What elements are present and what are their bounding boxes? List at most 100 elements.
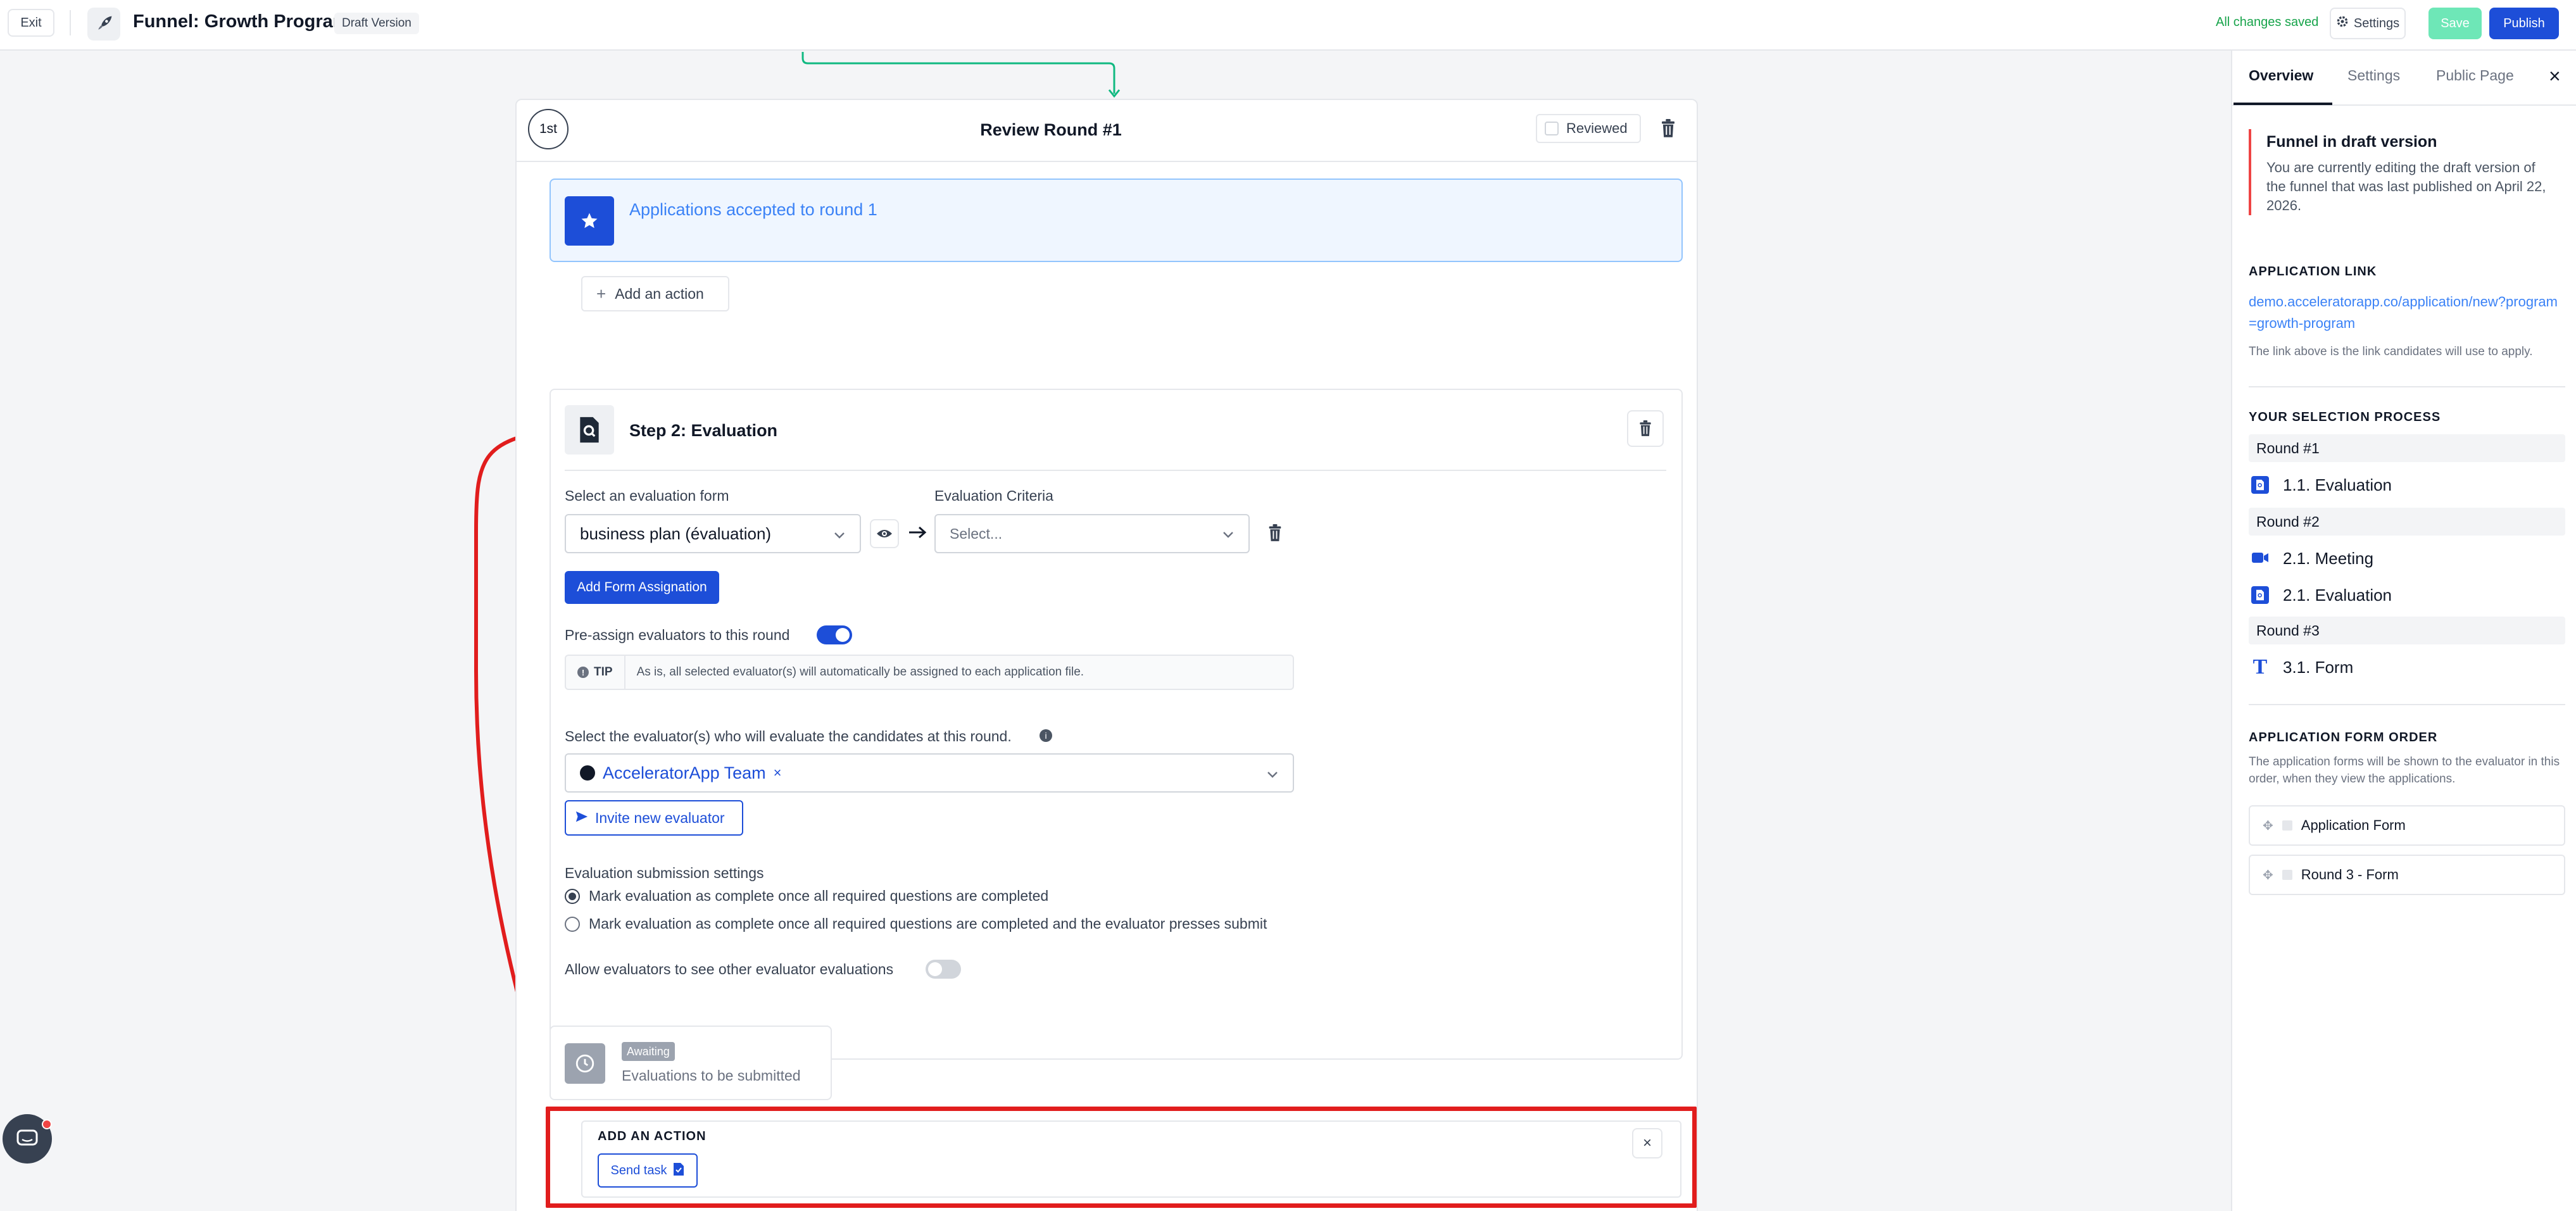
draft-notice-bar (2249, 129, 2251, 215)
round-item-label: 2.1. Meeting (2283, 548, 2374, 568)
document-search-icon (565, 405, 614, 455)
applications-accepted-block[interactable] (550, 179, 1683, 262)
form-order-label: Round 3 - Form (2301, 867, 2399, 882)
clock-icon (565, 1043, 605, 1084)
submission-settings-label: Evaluation submission settings (565, 865, 764, 881)
document-search-icon (2251, 586, 2269, 604)
radio-button[interactable] (565, 888, 580, 904)
evaluators-select[interactable]: AcceleratorApp Team × (565, 753, 1294, 793)
application-link[interactable]: demo.acceleratorapp.co/application/new?p… (2249, 291, 2559, 334)
invite-label: Invite new evaluator (595, 809, 725, 826)
delete-step-trash-icon[interactable] (1627, 410, 1664, 447)
evaluation-criteria-select[interactable]: Select... (934, 514, 1250, 553)
form-order-label: Application Form (2301, 817, 2406, 833)
tab-overview[interactable]: Overview (2249, 67, 2313, 84)
preassign-toggle[interactable] (817, 625, 852, 644)
notification-dot (42, 1119, 52, 1129)
step-title: Step 2: Evaluation (629, 421, 778, 440)
draft-version-badge: Draft Version (334, 13, 419, 34)
send-arrow-icon (575, 810, 589, 827)
top-bar: Exit Funnel: Growth Program Draft Versio… (0, 0, 2576, 51)
tip-text: As is, all selected evaluator(s) will au… (636, 665, 1084, 679)
add-action-title: ADD AN ACTION (598, 1129, 707, 1143)
rocket-icon (87, 8, 120, 41)
team-avatar (580, 765, 595, 781)
form-order-heading: APPLICATION FORM ORDER (2249, 731, 2438, 744)
selection-process-heading: YOUR SELECTION PROCESS (2249, 410, 2441, 424)
publish-button[interactable]: Publish (2489, 8, 2559, 39)
add-action-panel (581, 1120, 1681, 1198)
panel-divider (2249, 704, 2565, 705)
evaluators-label: Select the evaluator(s) who will evaluat… (565, 728, 1012, 744)
chevron-down-icon (1222, 525, 1235, 543)
round-title: Review Round #1 (980, 120, 1122, 139)
round-item-label: 3.1. Form (2283, 657, 2354, 677)
invite-evaluator-button[interactable]: Invite new evaluator (565, 800, 743, 836)
allow-see-label: Allow evaluators to see other evaluator … (565, 961, 894, 977)
preassign-label: Pre-assign evaluators to this round (565, 627, 790, 643)
round-3-form-item[interactable]: T 3.1. Form (2251, 653, 2354, 681)
radio-button[interactable] (565, 916, 580, 932)
tip-tag: ! TIP (566, 656, 625, 689)
allow-see-toggle[interactable] (926, 960, 961, 979)
round-2-evaluation-item[interactable]: 2.1. Evaluation (2251, 581, 2392, 609)
form-icon (2282, 870, 2292, 880)
reviewed-checkbox[interactable]: Reviewed (1536, 114, 1641, 143)
text-t-icon: T (2252, 655, 2268, 679)
delete-assignation-trash-icon[interactable] (1267, 524, 1283, 545)
close-panel-icon[interactable]: × (2549, 65, 2561, 88)
close-icon[interactable]: × (1632, 1128, 1662, 1158)
tab-public-page[interactable]: Public Page (2436, 67, 2514, 84)
tip-tag-label: TIP (594, 665, 613, 679)
header-divider (70, 10, 71, 35)
plus-icon: + (596, 284, 606, 303)
drag-handle-icon[interactable]: ✥ (2263, 867, 2273, 883)
settings-button[interactable]: Settings (2330, 8, 2406, 39)
draft-notice-text: You are currently editing the draft vers… (2266, 160, 2546, 213)
radio-option-required-submit[interactable]: Mark evaluation as complete once all req… (565, 915, 1267, 932)
settings-label: Settings (2353, 16, 2400, 30)
chevron-down-icon (1266, 763, 1279, 783)
application-link-note: The link above is the link candidates wi… (2249, 345, 2533, 358)
send-task-button[interactable]: Send task (598, 1153, 698, 1188)
evaluator-chip-label: AcceleratorApp Team (603, 763, 766, 782)
delete-round-trash-icon[interactable] (1657, 118, 1679, 139)
drag-handle-icon[interactable]: ✥ (2263, 818, 2273, 834)
arrow-right-icon (908, 523, 927, 545)
side-panel: Overview Settings Public Page × Funnel i… (2231, 51, 2576, 1211)
exit-button[interactable]: Exit (8, 9, 54, 37)
form-order-note: The application forms will be shown to t… (2249, 755, 2560, 786)
funnel-canvas[interactable]: 1st Review Round #1 Reviewed Application… (0, 51, 2231, 1211)
awaiting-text: Evaluations to be submitted (622, 1067, 801, 1084)
form-order-item[interactable]: ✥ Round 3 - Form (2249, 855, 2565, 895)
form-icon (2282, 820, 2292, 831)
add-form-assignation-button[interactable]: Add Form Assignation (565, 571, 719, 604)
send-task-label: Send task (610, 1163, 667, 1177)
radio-option-required-complete[interactable]: Mark evaluation as complete once all req… (565, 888, 1048, 905)
evaluation-form-label: Select an evaluation form (565, 487, 729, 504)
round-ordinal: 1st (528, 109, 569, 149)
add-an-action-button[interactable]: + Add an action (581, 276, 729, 311)
checkbox-box[interactable] (1545, 122, 1559, 135)
evaluator-chip: AcceleratorApp Team × (580, 763, 782, 783)
chip-remove-icon[interactable]: × (774, 765, 782, 781)
panel-divider (2249, 386, 2565, 387)
preview-eye-icon[interactable] (870, 519, 899, 548)
evaluation-criteria-label: Evaluation Criteria (934, 487, 1053, 504)
round-1-header: Round #1 (2249, 434, 2565, 462)
round-1-evaluation-item[interactable]: 1.1. Evaluation (2251, 471, 2392, 499)
draft-notice-title: Funnel in draft version (2266, 133, 2437, 151)
video-camera-icon (2251, 549, 2269, 568)
save-status-text: All changes saved (2216, 15, 2319, 29)
form-order-item[interactable]: ✥ Application Form (2249, 805, 2565, 846)
tab-settings[interactable]: Settings (2347, 67, 2400, 84)
active-tab-indicator (2234, 103, 2332, 105)
tip-box: ! TIP As is, all selected evaluator(s) w… (565, 655, 1294, 690)
task-document-icon (673, 1162, 684, 1179)
info-circle-icon: i (1040, 729, 1052, 742)
star-icon (565, 196, 614, 246)
round-item-label: 1.1. Evaluation (2283, 475, 2392, 494)
evaluation-form-select[interactable]: business plan (évaluation) (565, 514, 861, 553)
round-2-meeting-item[interactable]: 2.1. Meeting (2251, 544, 2373, 572)
save-button[interactable]: Save (2428, 8, 2482, 39)
